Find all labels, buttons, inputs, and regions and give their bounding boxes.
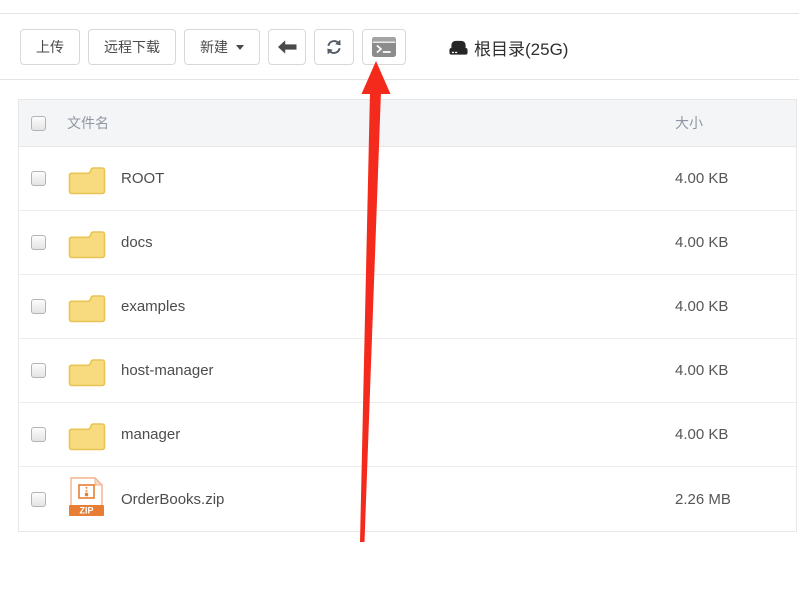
- column-header-filename: 文件名: [67, 113, 675, 133]
- terminal-button[interactable]: [362, 29, 406, 65]
- row-checkbox[interactable]: [31, 171, 46, 186]
- terminal-icon: [371, 36, 397, 58]
- new-dropdown-button[interactable]: 新建: [184, 29, 260, 65]
- folder-icon: [67, 418, 107, 452]
- column-header-size: 大小: [675, 113, 796, 133]
- new-button-label: 新建: [200, 37, 228, 57]
- table-row[interactable]: host-manager 4.00 KB: [19, 339, 796, 403]
- row-checkbox[interactable]: [31, 427, 46, 442]
- table-row[interactable]: manager 4.00 KB: [19, 403, 796, 467]
- disk-label: 根目录(25G): [474, 35, 568, 60]
- top-divider: [0, 13, 799, 14]
- file-name[interactable]: manager: [121, 426, 675, 443]
- table-row[interactable]: ZIP OrderBooks.zip 2.26 MB: [19, 467, 796, 531]
- refresh-button[interactable]: [314, 29, 354, 65]
- file-name[interactable]: host-manager: [121, 362, 675, 379]
- table-row[interactable]: examples 4.00 KB: [19, 275, 796, 339]
- file-name[interactable]: examples: [121, 298, 675, 315]
- select-all-checkbox[interactable]: [31, 116, 46, 131]
- file-size: 4.00 KB: [675, 298, 796, 315]
- remote-download-button[interactable]: 远程下载: [88, 29, 176, 65]
- folder-icon: [67, 354, 107, 388]
- back-button[interactable]: [268, 29, 306, 65]
- folder-icon: [67, 226, 107, 260]
- zip-badge-label: ZIP: [79, 506, 93, 516]
- file-table: 文件名 大小 ROOT 4.00 KB docs 4.00 KB example…: [18, 99, 797, 532]
- arrow-left-icon: [278, 40, 297, 54]
- folder-icon: [67, 162, 107, 196]
- table-row[interactable]: ROOT 4.00 KB: [19, 147, 796, 211]
- toolbar-divider: [0, 79, 799, 80]
- table-header: 文件名 大小: [19, 100, 796, 147]
- hard-drive-icon: [449, 39, 468, 56]
- disk-root-selector[interactable]: 根目录(25G): [449, 35, 568, 60]
- upload-button[interactable]: 上传: [20, 29, 80, 65]
- row-checkbox[interactable]: [31, 492, 46, 507]
- refresh-icon: [325, 38, 343, 56]
- file-name[interactable]: OrderBooks.zip: [121, 491, 675, 508]
- row-checkbox[interactable]: [31, 363, 46, 378]
- file-name[interactable]: docs: [121, 234, 675, 251]
- file-size: 2.26 MB: [675, 491, 796, 508]
- file-size: 4.00 KB: [675, 426, 796, 443]
- file-size: 4.00 KB: [675, 170, 796, 187]
- folder-icon: [67, 290, 107, 324]
- row-checkbox[interactable]: [31, 235, 46, 250]
- zip-file-icon: ZIP: [67, 476, 107, 522]
- table-row[interactable]: docs 4.00 KB: [19, 211, 796, 275]
- file-name[interactable]: ROOT: [121, 170, 675, 187]
- row-checkbox[interactable]: [31, 299, 46, 314]
- chevron-down-icon: [236, 45, 244, 50]
- file-size: 4.00 KB: [675, 362, 796, 379]
- file-size: 4.00 KB: [675, 234, 796, 251]
- toolbar: 上传 远程下载 新建 根目录(2: [20, 29, 568, 65]
